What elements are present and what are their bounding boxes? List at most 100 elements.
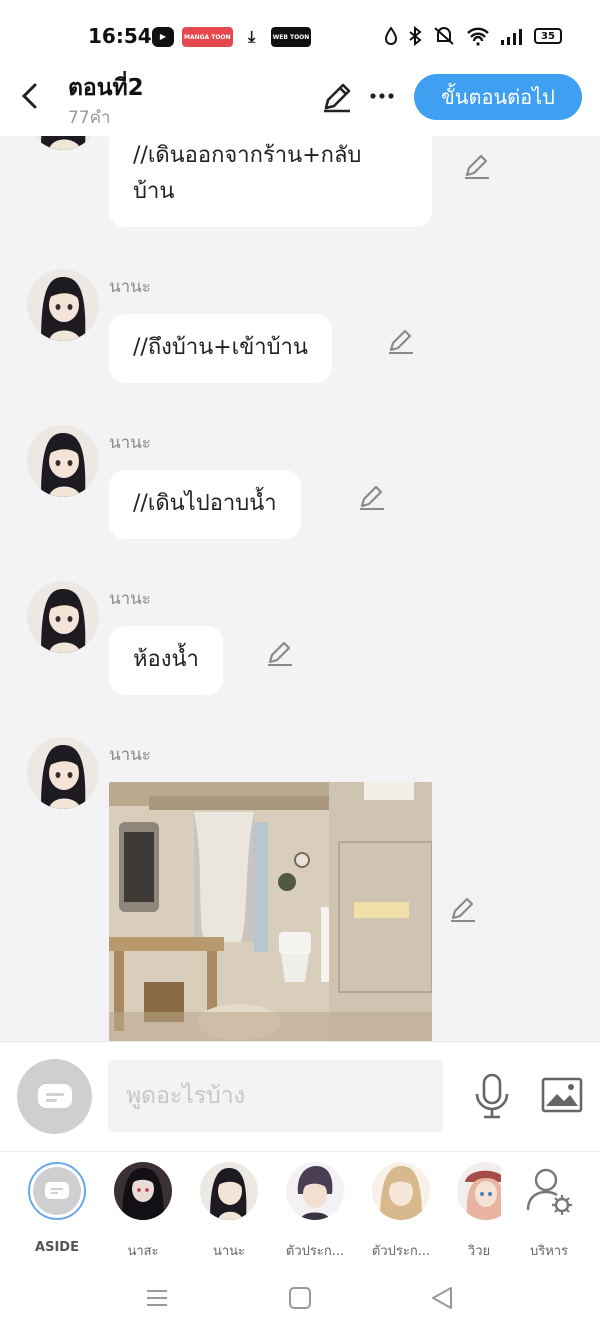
- status-app-icons: ▶ MANGA TOON ⤓ WEB TOON: [152, 27, 312, 47]
- message-input[interactable]: [108, 1060, 443, 1132]
- mute-icon: [434, 27, 454, 45]
- message-bubble[interactable]: ห้องน้ำ: [109, 626, 223, 695]
- chat-message: นานะ: [0, 734, 600, 1041]
- nana-portrait: [27, 737, 99, 809]
- character-name: วิวย: [467, 1244, 491, 1258]
- wiwy-avatar: [457, 1162, 501, 1220]
- chat-bubble-icon: [37, 1083, 72, 1108]
- message-bubble[interactable]: //ถึงบ้าน+เข้าบ้าน: [109, 314, 332, 383]
- system-navigation-bar: [0, 1261, 600, 1333]
- nana-portrait: [27, 269, 99, 341]
- episode-header: ตอนที่2 77คำ ขั้นตอนต่อไป: [0, 60, 600, 136]
- character-nana[interactable]: นานะ: [187, 1162, 271, 1259]
- nasa-avatar: [114, 1162, 172, 1220]
- bathroom-photo[interactable]: [109, 782, 432, 1041]
- bluetooth-icon: [409, 26, 422, 46]
- chat-area[interactable]: //เดินออกจากร้าน+กลับ บ้าน นานะ //ถึงบ้า…: [0, 136, 600, 1041]
- youtube-icon: ▶: [152, 27, 174, 47]
- pen-icon: [389, 329, 413, 354]
- status-indicators: 35: [384, 26, 562, 46]
- back-nav-button[interactable]: [428, 1283, 458, 1313]
- nana-avatar[interactable]: [27, 269, 99, 341]
- chat-message: นานะ //เดินไปอาบน้ำ: [0, 422, 600, 542]
- data-saver-icon: [384, 27, 398, 45]
- manage-icon: [520, 1162, 578, 1220]
- webtoon-label: WEB TOON: [272, 33, 310, 41]
- chat-message: นานะ //ถึงบ้าน+เข้าบ้าน: [0, 266, 600, 386]
- signal-icon: [501, 29, 522, 45]
- nana-avatar[interactable]: [27, 581, 99, 653]
- message-text-line: //เดินไปอาบน้ำ: [133, 491, 277, 516]
- sender-name: นานะ: [109, 589, 151, 609]
- microphone-icon: [475, 1073, 509, 1119]
- pen-icon: [360, 485, 384, 510]
- edit-message-button[interactable]: [462, 151, 492, 181]
- chat-message: นานะ ห้องน้ำ: [0, 578, 600, 698]
- next-step-button[interactable]: ขั้นตอนต่อไป: [414, 74, 582, 120]
- narration-toggle-button[interactable]: [17, 1059, 92, 1134]
- character-extra-1[interactable]: ตัวประก...: [273, 1162, 357, 1259]
- edit-message-button[interactable]: [357, 482, 387, 512]
- wifi-icon: [467, 27, 489, 46]
- bathroom-image: [109, 782, 432, 1041]
- message-bubble[interactable]: //เดินออกจากร้าน+กลับ บ้าน: [109, 136, 432, 227]
- image-icon: [541, 1077, 583, 1113]
- aside-icon: [28, 1162, 86, 1220]
- character-wiwy[interactable]: วิวย: [445, 1162, 501, 1258]
- nana-avatar[interactable]: [27, 737, 99, 809]
- character-name: บริหาร: [529, 1244, 569, 1259]
- message-input-bar: [0, 1041, 600, 1151]
- more-options-button[interactable]: [366, 80, 398, 114]
- character-portrait: [372, 1162, 430, 1220]
- character-name: นานะ: [212, 1244, 246, 1259]
- recent-apps-button[interactable]: [142, 1283, 172, 1313]
- nana-avatar[interactable]: [27, 136, 99, 150]
- aside-circle: [33, 1167, 81, 1215]
- back-button[interactable]: [12, 74, 46, 118]
- sender-name: นานะ: [109, 433, 151, 453]
- pen-icon: [451, 897, 475, 922]
- download-glyph: ⤓: [248, 27, 256, 46]
- home-button[interactable]: [285, 1283, 315, 1313]
- youtube-glyph: ▶: [159, 32, 167, 41]
- battery-level: 35: [541, 30, 555, 42]
- status-time: 16:54: [88, 24, 152, 48]
- edit-episode-button[interactable]: [320, 80, 354, 114]
- square-icon: [289, 1287, 311, 1309]
- episode-title: ตอนที่2: [68, 75, 144, 101]
- nana-portrait: [27, 425, 99, 497]
- pen-icon: [324, 83, 351, 113]
- nasa-portrait: [114, 1162, 172, 1220]
- edit-message-button[interactable]: [265, 638, 295, 668]
- word-count: 77คำ: [68, 108, 111, 128]
- character-nasa[interactable]: นาสะ: [101, 1162, 185, 1259]
- user-settings-icon: [526, 1168, 572, 1215]
- chevron-left-icon: [21, 83, 37, 109]
- character-name: ตัวประก...: [285, 1244, 345, 1259]
- sender-name: นานะ: [109, 277, 151, 297]
- manage-characters-button[interactable]: บริหาร: [507, 1162, 591, 1259]
- edit-message-button[interactable]: [386, 326, 416, 356]
- mangatoon-label: MANGA TOON: [184, 33, 231, 41]
- message-bubble[interactable]: //เดินไปอาบน้ำ: [109, 470, 301, 539]
- pen-icon: [268, 641, 292, 666]
- attach-image-button[interactable]: [540, 1074, 584, 1116]
- mangatoon-icon: MANGA TOON: [182, 27, 233, 47]
- download-icon: ⤓: [241, 27, 263, 47]
- character-aside[interactable]: ASIDE: [15, 1162, 99, 1258]
- nana-avatar: [200, 1162, 258, 1220]
- nana-avatar[interactable]: [27, 425, 99, 497]
- message-text-line: //เดินออกจากร้าน+กลับ: [133, 143, 362, 168]
- character-portrait: [286, 1162, 344, 1220]
- character-extra-2[interactable]: ตัวประก...: [359, 1162, 443, 1259]
- battery-indicator: 35: [534, 28, 562, 44]
- menu-icon: [147, 1290, 167, 1306]
- voice-input-button[interactable]: [472, 1072, 512, 1120]
- webtoon-icon: WEB TOON: [270, 27, 312, 47]
- edit-message-button[interactable]: [448, 894, 478, 924]
- chat-bubble-icon: [45, 1182, 69, 1199]
- nana-portrait: [27, 581, 99, 653]
- pen-icon: [465, 154, 489, 179]
- character-name: ASIDE: [35, 1240, 79, 1255]
- nana-portrait: [27, 136, 99, 150]
